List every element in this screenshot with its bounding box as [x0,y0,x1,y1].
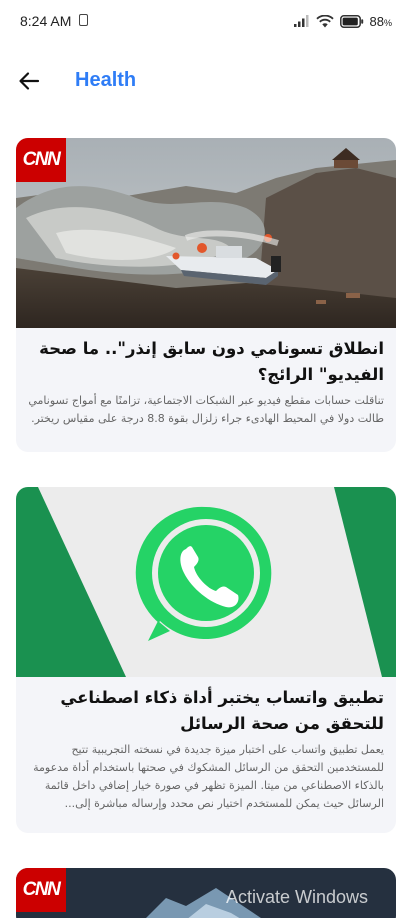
article-title: انطلاق تسونامي دون سابق إنذر".. ما صحة ا… [39,339,384,384]
arrow-left-icon [19,72,40,90]
page-title: Health [75,69,137,91]
app-bar: Health [0,58,412,106]
battery-percent: 88% [369,13,392,29]
back-button[interactable] [14,66,44,96]
status-bar: 8:24 AM 88% [0,0,412,44]
article-card[interactable]: CNN انطلاق تسونامي دون سابق إنذر".. ما ص… [16,138,396,452]
battery-icon [339,14,363,28]
article-image-tsunami: CNN [16,138,396,328]
whatsapp-image [16,487,396,677]
article-summary: تناقلت حسابات مقطع فيديو عبر الشبكات الا… [28,394,384,425]
article-image-whatsapp [16,487,396,677]
article-summary: يعمل تطبيق واتساب على اختبار ميزة جديدة … [33,743,384,810]
wifi-icon [315,14,334,27]
article-card[interactable]: تطبيق واتساب يختبر أداة ذكاء اصطناعي للت… [16,487,396,833]
tsunami-image [16,138,396,328]
status-icons: 88% [293,12,392,30]
article-title: تطبيق واتساب يختبر أداة ذكاء اصطناعي للت… [60,688,384,733]
cnn-logo: CNN [16,868,66,912]
activate-windows-watermark: Activate Windows [226,887,369,907]
cnn-logo: CNN [16,138,66,182]
sim-card-icon [79,14,88,26]
signal-icon [293,15,309,27]
status-time: 8:24 AM [20,13,72,29]
